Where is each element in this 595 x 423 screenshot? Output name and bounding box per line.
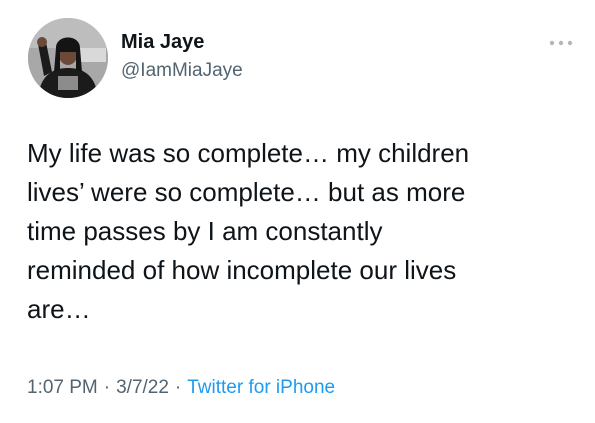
tweet-metadata: 1:07 PM · 3/7/22 · Twitter for iPhone (27, 376, 335, 400)
tweet-source-link[interactable]: Twitter for iPhone (187, 377, 335, 398)
user-handle[interactable]: @IamMiaJaye (121, 59, 243, 83)
avatar[interactable] (28, 18, 108, 98)
separator-dot: · (103, 377, 111, 398)
separator-dot: · (174, 377, 182, 398)
avatar-photo (28, 18, 108, 98)
tweet-text: My life was so complete… my children liv… (27, 138, 470, 324)
display-name[interactable]: Mia Jaye (121, 30, 204, 54)
tweet-date[interactable]: 3/7/22 (116, 377, 169, 398)
more-horizontal-icon[interactable] (547, 36, 575, 50)
tweet-time[interactable]: 1:07 PM (27, 377, 98, 398)
tweet-card: Mia Jaye @IamMiaJaye My life was so comp… (0, 0, 595, 423)
